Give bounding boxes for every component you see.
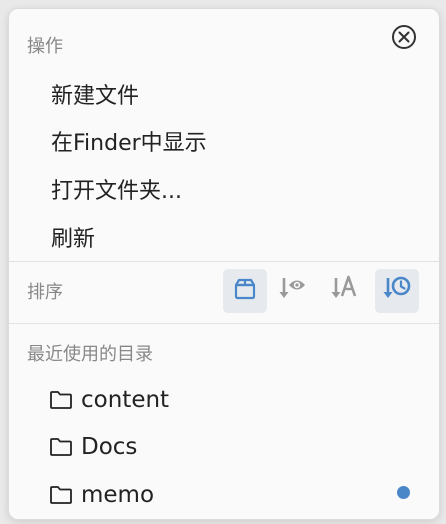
recent-dir-label: memo <box>81 482 155 508</box>
sort-time-icon <box>382 274 412 308</box>
close-circle-icon <box>391 24 417 54</box>
open-folder-menu-item[interactable]: 打开文件夹... <box>51 171 182 207</box>
sort-visibility-icon <box>278 274 308 308</box>
folder-icon <box>50 438 72 456</box>
box-icon <box>232 276 258 306</box>
sort-section-title: 排序 <box>27 282 63 303</box>
recent-dir-label: Docs <box>81 434 138 460</box>
active-indicator-dot <box>397 486 410 499</box>
folder-icon <box>50 391 72 409</box>
sort-by-time-button[interactable] <box>375 269 419 313</box>
divider <box>9 261 439 262</box>
actions-section-title: 操作 <box>27 36 63 57</box>
folder-icon <box>50 486 72 504</box>
recent-dir-memo[interactable]: memo <box>49 478 154 512</box>
recent-dir-content[interactable]: content <box>49 383 169 417</box>
recent-dirs-section-title: 最近使用的目录 <box>27 344 153 365</box>
sort-alphabetical-button[interactable] <box>323 269 367 313</box>
context-menu-panel: 操作 新建文件 在Finder中显示 打开文件夹... 刷新 排序 最近使用的目… <box>8 8 440 520</box>
divider <box>9 323 439 324</box>
sort-alpha-icon <box>330 274 360 308</box>
show-in-finder-menu-item[interactable]: 在Finder中显示 <box>51 123 207 159</box>
recent-dir-docs[interactable]: Docs <box>49 430 137 464</box>
refresh-menu-item[interactable]: 刷新 <box>51 219 95 255</box>
recent-dir-label: content <box>81 387 170 413</box>
sort-by-visibility-button[interactable] <box>271 269 315 313</box>
close-button[interactable] <box>391 24 417 54</box>
sort-option-box[interactable] <box>223 269 267 313</box>
new-file-menu-item[interactable]: 新建文件 <box>51 76 139 112</box>
